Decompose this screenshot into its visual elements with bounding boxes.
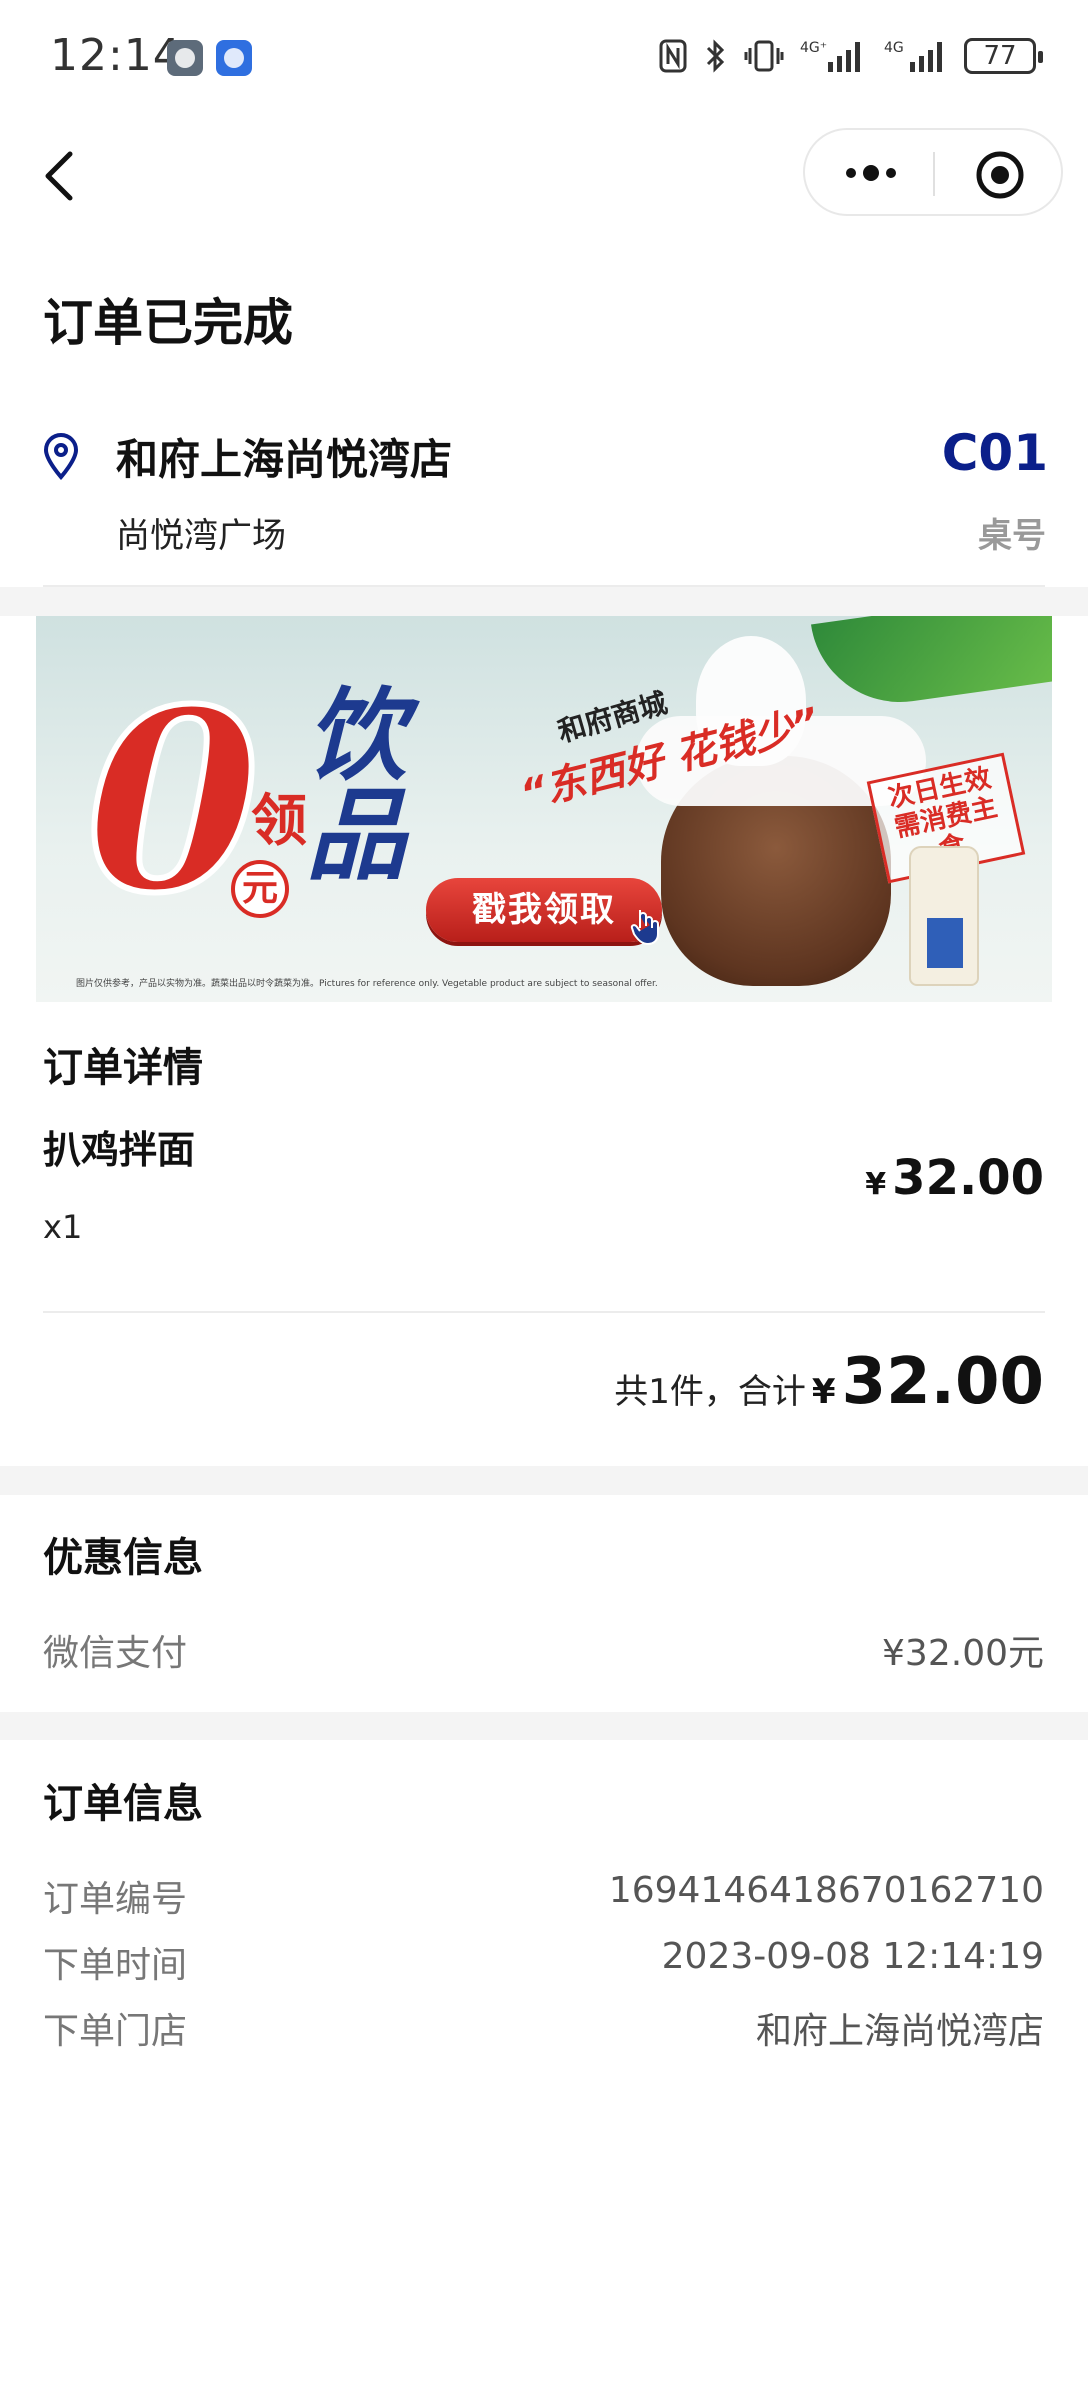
status-icons: 4G⁺ 4G 77 bbox=[658, 34, 1043, 78]
store-address: 尚悦湾广场 bbox=[116, 516, 286, 556]
item-price: ¥32.00 bbox=[865, 1150, 1044, 1206]
signal-icon: 4G⁺ bbox=[800, 40, 860, 72]
signal-icon-2: 4G bbox=[884, 40, 942, 72]
target-circle-icon[interactable] bbox=[975, 150, 1025, 200]
status-time: 12:14 bbox=[50, 30, 182, 81]
store-name: 和府上海尚悦湾店 bbox=[116, 435, 453, 484]
more-dots-icon[interactable] bbox=[841, 158, 901, 188]
total-yen: ¥ bbox=[811, 1372, 836, 1412]
divider bbox=[43, 1311, 1045, 1313]
order-time-value: 2023-09-08 12:14:19 bbox=[661, 1936, 1044, 1977]
item-price-value: 32.00 bbox=[892, 1150, 1044, 1206]
claim-button[interactable]: 戳我领取 bbox=[426, 878, 662, 942]
banner-drink: 饮品 bbox=[306, 677, 406, 894]
mini-program-capsule bbox=[803, 128, 1063, 216]
payment-amount: ¥32.00元 bbox=[882, 1633, 1044, 1674]
total-label: 共1件，合计 bbox=[614, 1372, 806, 1412]
page-title: 订单已完成 bbox=[43, 294, 293, 352]
chevron-left-icon[interactable] bbox=[34, 146, 84, 206]
item-quantity: x1 bbox=[43, 1208, 83, 1246]
status-bar: 12:14 4G⁺ 4G 77 bbox=[0, 0, 1088, 110]
order-info-title: 订单信息 bbox=[43, 1781, 203, 1827]
order-number-label: 订单编号 bbox=[43, 1879, 188, 1920]
order-store-label: 下单门店 bbox=[43, 2011, 188, 2052]
total-amount: 32.00 bbox=[841, 1345, 1044, 1419]
location-pin-icon bbox=[43, 433, 79, 480]
capsule-divider bbox=[933, 152, 935, 196]
battery-icon: 77 bbox=[964, 38, 1043, 74]
order-number-value: 1694146418670162710 bbox=[608, 1870, 1044, 1911]
nfc-icon bbox=[659, 39, 687, 73]
section-gap bbox=[0, 1466, 1088, 1495]
bluetooth-icon bbox=[706, 39, 725, 73]
app-icon bbox=[216, 40, 252, 76]
item-price-yen: ¥ bbox=[865, 1167, 887, 1202]
item-name: 扒鸡拌面 bbox=[43, 1128, 196, 1172]
promo-banner[interactable]: 0 领 元 饮品 和府商城 “东西好 花钱少” 戳我领取 次日生效 需消费主食 … bbox=[36, 616, 1052, 1002]
order-total: 共1件，合计 ¥ 32.00 bbox=[614, 1345, 1044, 1419]
order-store-value: 和府上海尚悦湾店 bbox=[755, 2011, 1044, 2052]
bottle-image bbox=[909, 846, 979, 986]
table-number-label: 桌号 bbox=[978, 516, 1046, 556]
vibrate-icon bbox=[744, 40, 784, 72]
message-icon bbox=[167, 40, 203, 76]
order-detail-title: 订单详情 bbox=[43, 1045, 203, 1091]
discount-title: 优惠信息 bbox=[43, 1535, 203, 1581]
order-time-label: 下单时间 bbox=[43, 1945, 188, 1986]
banner-yuan: 元 bbox=[231, 860, 289, 918]
pointer-hand-icon bbox=[630, 910, 659, 946]
network-label-2: 4G bbox=[884, 40, 904, 56]
banner-footnote: 图片仅供参考，产品以实物为准。蔬菜出品以时令蔬菜为准。Pictures for … bbox=[76, 979, 658, 989]
table-number: C01 bbox=[941, 424, 1048, 482]
network-label-1: 4G⁺ bbox=[800, 40, 827, 56]
section-gap bbox=[0, 1712, 1088, 1740]
section-gap bbox=[0, 587, 1088, 616]
banner-ling: 领 bbox=[251, 789, 307, 854]
leaf-decoration bbox=[811, 616, 1052, 714]
payment-method-label: 微信支付 bbox=[43, 1633, 188, 1674]
